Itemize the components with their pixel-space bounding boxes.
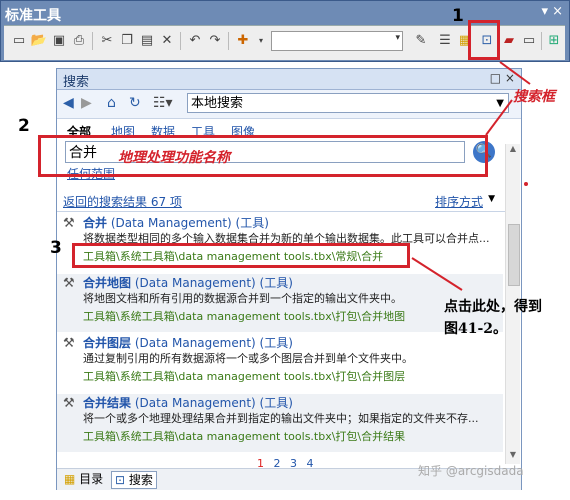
- watermark: 知乎 @arcgisdada: [418, 464, 524, 478]
- arrow-to-search-button: [499, 61, 531, 85]
- arrow-to-search-input: [485, 99, 513, 136]
- annotation-dot: [524, 182, 528, 186]
- annotation-arrows: [411, 61, 531, 291]
- arrow-to-result-path: [411, 257, 463, 291]
